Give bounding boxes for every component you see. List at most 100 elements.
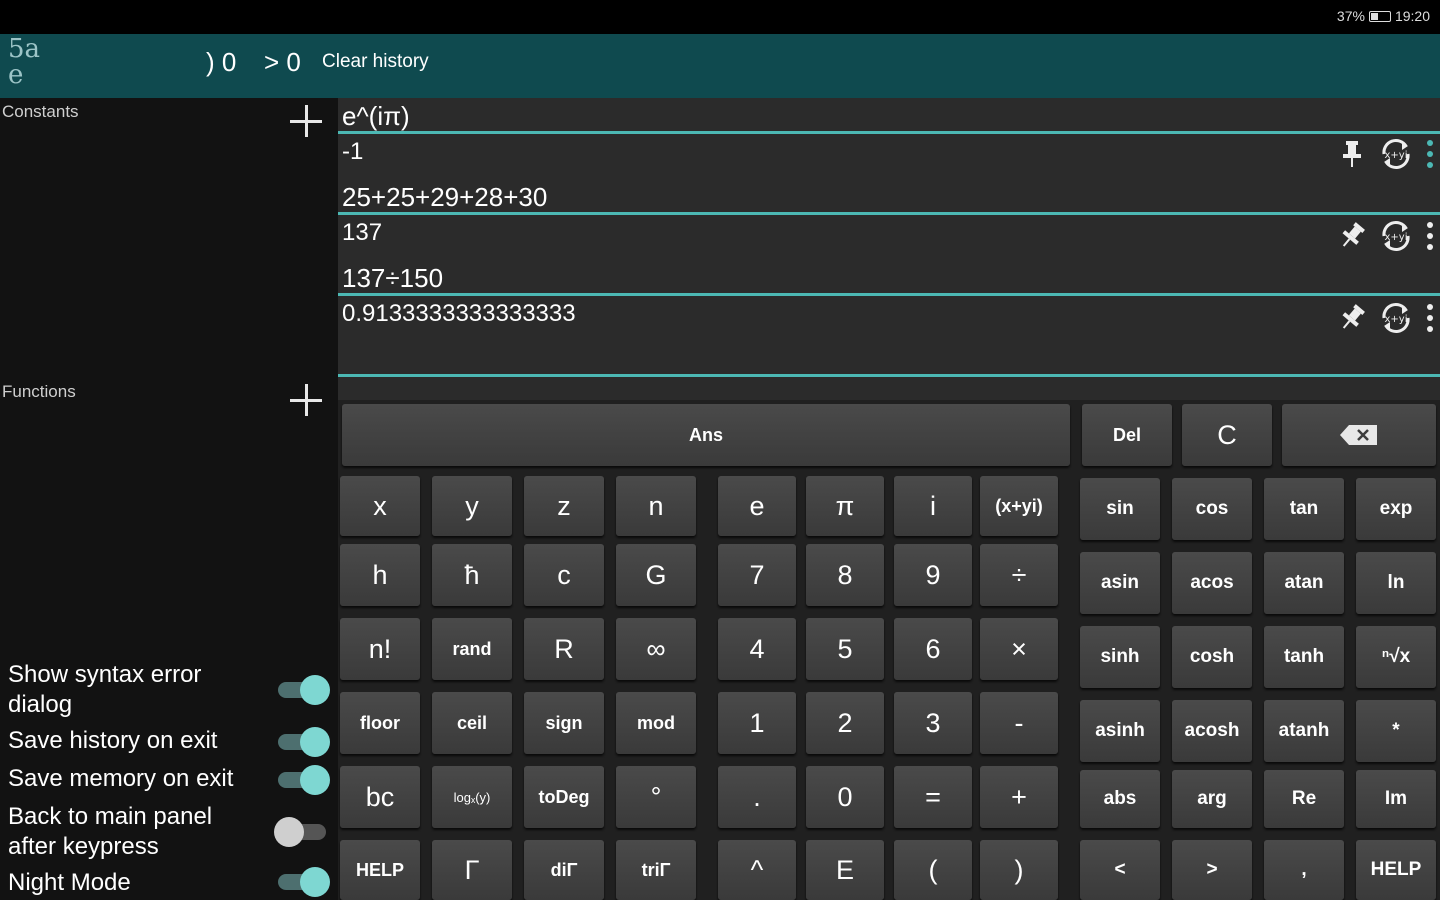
key-main-1-2[interactable]: c <box>524 544 604 606</box>
input-line[interactable] <box>338 374 1440 377</box>
key-main-3-0[interactable]: floor <box>340 692 420 754</box>
key-main-1-4[interactable]: 7 <box>718 544 796 606</box>
key-main-4-6[interactable]: = <box>894 766 972 828</box>
key-main-2-4[interactable]: 4 <box>718 618 796 680</box>
key-main-1-5[interactable]: 8 <box>806 544 884 606</box>
key-main-5-1[interactable]: Γ <box>432 840 512 900</box>
key-fn-2-1[interactable]: cosh <box>1172 626 1252 688</box>
history-expression[interactable]: 137÷150 <box>342 263 443 294</box>
key-main-4-4[interactable]: . <box>718 766 796 828</box>
pin-outline-icon[interactable] <box>1338 303 1366 333</box>
key-main-0-0[interactable]: x <box>340 476 420 536</box>
clear-history-button[interactable]: Clear history <box>322 42 429 82</box>
key-main-3-7[interactable]: - <box>980 692 1058 754</box>
key-fn-5-2[interactable]: , <box>1264 840 1344 900</box>
comparison-counter[interactable]: > 0 <box>264 42 301 82</box>
key-main-1-0[interactable]: h <box>340 544 420 606</box>
clear-key[interactable]: C <box>1182 404 1272 466</box>
key-main-3-4[interactable]: 1 <box>718 692 796 754</box>
key-main-3-2[interactable]: sign <box>524 692 604 754</box>
key-fn-3-1[interactable]: acosh <box>1172 700 1252 762</box>
key-fn-3-3[interactable]: * <box>1356 700 1436 762</box>
history-result[interactable]: 0.9133333333333333 <box>342 300 576 328</box>
convert-complex-icon[interactable]: x+yi <box>1378 136 1414 172</box>
convert-complex-icon[interactable]: x+yi <box>1378 218 1414 254</box>
key-fn-4-2[interactable]: Re <box>1264 770 1344 828</box>
key-main-2-7[interactable]: × <box>980 618 1058 680</box>
key-main-0-2[interactable]: z <box>524 476 604 536</box>
toggle-back-to-main-panel[interactable] <box>274 816 330 847</box>
key-main-5-0[interactable]: HELP <box>340 840 420 900</box>
key-main-5-3[interactable]: triΓ <box>616 840 696 900</box>
toggle-save-history[interactable] <box>274 726 330 757</box>
key-main-4-3[interactable]: ° <box>616 766 696 828</box>
backspace-key[interactable] <box>1282 404 1436 466</box>
key-main-5-6[interactable]: ( <box>894 840 972 900</box>
toggle-night-mode[interactable] <box>274 866 330 897</box>
key-fn-5-3[interactable]: HELP <box>1356 840 1436 900</box>
key-main-5-2[interactable]: diΓ <box>524 840 604 900</box>
key-main-4-1[interactable]: logₓ(y) <box>432 766 512 828</box>
more-vert-icon[interactable] <box>1426 221 1434 251</box>
key-main-2-0[interactable]: n! <box>340 618 420 680</box>
key-fn-4-1[interactable]: arg <box>1172 770 1252 828</box>
key-fn-1-2[interactable]: atan <box>1264 552 1344 614</box>
more-vert-icon[interactable] <box>1426 139 1434 169</box>
key-fn-2-3[interactable]: ⁿ√x <box>1356 626 1436 688</box>
add-function-plus-icon[interactable] <box>288 382 324 418</box>
key-main-1-1[interactable]: ħ <box>432 544 512 606</box>
history-result[interactable]: 137 <box>342 219 382 247</box>
key-fn-0-2[interactable]: tan <box>1264 478 1344 540</box>
history-expression[interactable]: 25+25+29+28+30 <box>342 182 547 213</box>
convert-complex-icon[interactable]: x+yi <box>1378 300 1414 336</box>
key-fn-4-0[interactable]: abs <box>1080 770 1160 828</box>
key-main-0-5[interactable]: π <box>806 476 884 536</box>
key-main-3-6[interactable]: 3 <box>894 692 972 754</box>
key-fn-2-0[interactable]: sinh <box>1080 626 1160 688</box>
app-logo-icon[interactable]: 5a e <box>8 36 60 92</box>
key-main-0-7[interactable]: (x+yi) <box>980 476 1058 536</box>
history-result[interactable]: -1 <box>342 138 363 166</box>
key-main-0-3[interactable]: n <box>616 476 696 536</box>
key-main-4-7[interactable]: + <box>980 766 1058 828</box>
key-fn-3-2[interactable]: atanh <box>1264 700 1344 762</box>
key-main-2-6[interactable]: 6 <box>894 618 972 680</box>
key-main-3-3[interactable]: mod <box>616 692 696 754</box>
key-main-5-7[interactable]: ) <box>980 840 1058 900</box>
key-fn-0-1[interactable]: cos <box>1172 478 1252 540</box>
key-main-2-3[interactable]: ∞ <box>616 618 696 680</box>
key-main-3-1[interactable]: ceil <box>432 692 512 754</box>
key-fn-2-2[interactable]: tanh <box>1264 626 1344 688</box>
key-fn-0-0[interactable]: sin <box>1080 478 1160 540</box>
key-main-2-2[interactable]: R <box>524 618 604 680</box>
key-fn-3-0[interactable]: asinh <box>1080 700 1160 762</box>
key-main-5-5[interactable]: E <box>806 840 884 900</box>
key-main-1-6[interactable]: 9 <box>894 544 972 606</box>
key-main-2-1[interactable]: rand <box>432 618 512 680</box>
key-main-3-5[interactable]: 2 <box>806 692 884 754</box>
del-key[interactable]: Del <box>1082 404 1172 466</box>
key-fn-1-3[interactable]: ln <box>1356 552 1436 614</box>
pin-icon[interactable] <box>1338 139 1366 169</box>
key-main-5-4[interactable]: ^ <box>718 840 796 900</box>
key-main-2-5[interactable]: 5 <box>806 618 884 680</box>
key-main-0-1[interactable]: y <box>432 476 512 536</box>
ans-key[interactable]: Ans <box>342 404 1070 466</box>
key-fn-4-3[interactable]: Im <box>1356 770 1436 828</box>
key-main-0-6[interactable]: i <box>894 476 972 536</box>
parenthesis-counter[interactable]: ) 0 <box>206 42 236 82</box>
key-main-4-0[interactable]: bc <box>340 766 420 828</box>
key-fn-5-0[interactable]: < <box>1080 840 1160 900</box>
key-fn-1-0[interactable]: asin <box>1080 552 1160 614</box>
toggle-syntax-error-dialog[interactable] <box>274 674 330 705</box>
key-main-0-4[interactable]: e <box>718 476 796 536</box>
key-fn-1-1[interactable]: acos <box>1172 552 1252 614</box>
history-expression[interactable]: e^(iπ) <box>342 101 410 132</box>
toggle-save-memory[interactable] <box>274 764 330 795</box>
pin-outline-icon[interactable] <box>1338 221 1366 251</box>
key-main-1-7[interactable]: ÷ <box>980 544 1058 606</box>
add-constant-plus-icon[interactable] <box>288 103 324 139</box>
key-main-1-3[interactable]: G <box>616 544 696 606</box>
key-fn-5-1[interactable]: > <box>1172 840 1252 900</box>
key-main-4-2[interactable]: toDeg <box>524 766 604 828</box>
